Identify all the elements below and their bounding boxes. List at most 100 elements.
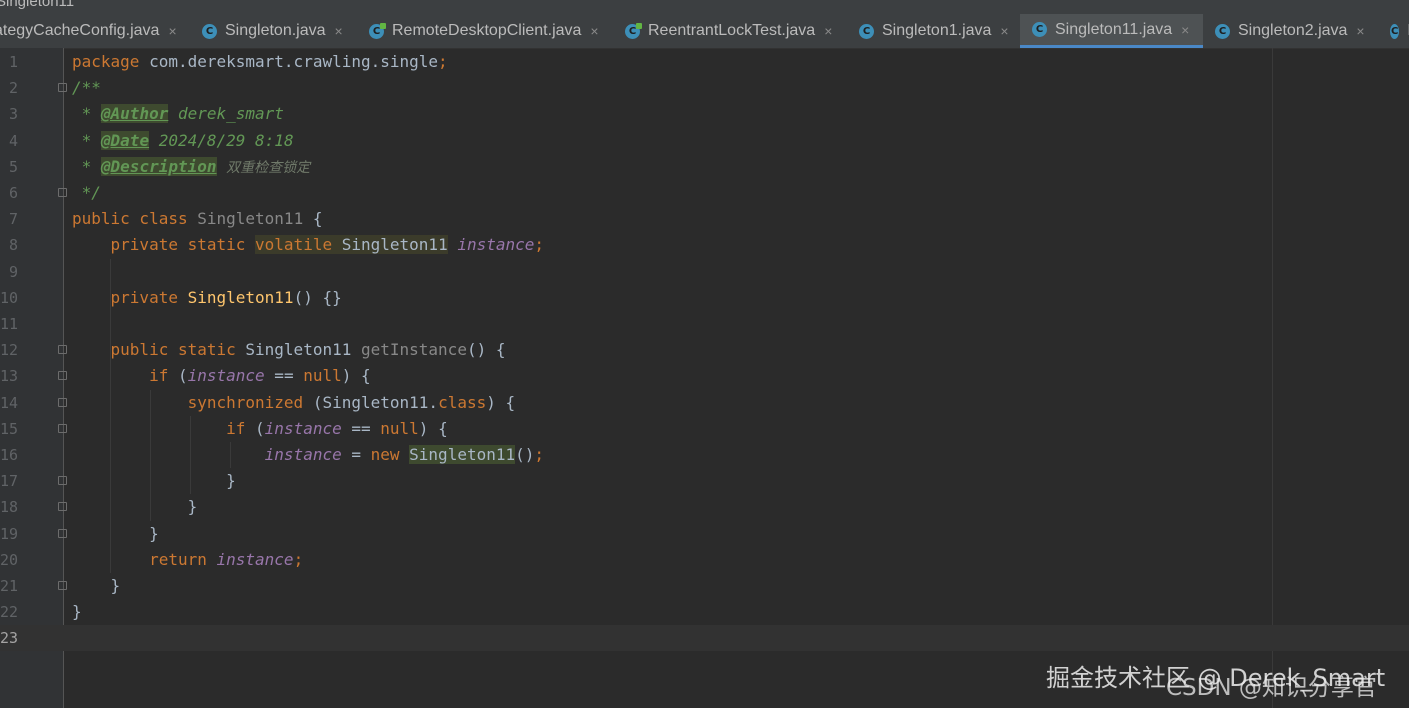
code-line[interactable]: 13 if (instance == null) { xyxy=(0,363,1409,389)
fold-marker-icon[interactable] xyxy=(58,502,67,512)
fold-marker-icon[interactable] xyxy=(58,83,67,93)
code-line[interactable]: 14 synchronized (Singleton11.class) { xyxy=(0,390,1409,416)
code-token: Singleton11 xyxy=(187,287,294,307)
fold-marker-icon[interactable] xyxy=(58,528,67,538)
code-line[interactable]: 11 xyxy=(0,311,1409,337)
code-text: synchronized (Singleton11.class) { xyxy=(72,390,516,416)
editor-tab[interactable]: C Singleton1.java × xyxy=(847,14,1020,48)
editor-tab-bar: ategyCacheConfig.java × C Singleton.java × C R… xyxy=(0,14,1409,49)
code-token: com.dereksmart.crawling.single xyxy=(149,52,439,71)
code-line[interactable]: 5 * @Description 双重检查锁定 xyxy=(0,154,1409,180)
code-line[interactable]: 17 } xyxy=(0,468,1409,494)
line-number: 16 xyxy=(0,446,19,464)
close-icon[interactable]: × xyxy=(1356,23,1364,39)
line-number: 21 xyxy=(0,577,19,595)
code-line[interactable]: 9 xyxy=(0,259,1409,285)
class-icon: C xyxy=(1215,23,1230,39)
code-text: return instance; xyxy=(72,547,303,573)
code-line[interactable]: 23 xyxy=(0,625,1409,652)
code-token: public class xyxy=(72,209,198,229)
class-icon: C xyxy=(859,23,874,39)
code-line[interactable]: 18 } xyxy=(0,494,1409,520)
code-line[interactable]: 15 if (instance == null) { xyxy=(0,416,1409,442)
close-icon[interactable]: × xyxy=(824,23,832,39)
code-text: private Singleton11() {} xyxy=(72,285,342,311)
code-token: instance xyxy=(264,445,342,464)
fold-marker-icon[interactable] xyxy=(58,345,67,355)
fold-marker-icon[interactable] xyxy=(58,397,67,407)
editor-tab[interactable]: ategyCacheConfig.java × xyxy=(0,14,190,48)
editor-tab[interactable]: CE xyxy=(1378,14,1409,48)
code-line[interactable]: 6 */ xyxy=(0,180,1409,206)
class-icon: C xyxy=(202,23,217,39)
code-line[interactable]: 1 package com.dereksmart.crawling.single; xyxy=(0,49,1409,75)
code-token: ) { xyxy=(341,366,371,386)
code-text: public class Singleton11 { xyxy=(72,206,322,232)
code-token: instance xyxy=(264,418,342,438)
line-number: 17 xyxy=(0,472,19,491)
tab-label: RemoteDesktopClient.java xyxy=(392,22,582,39)
code-text: package com.dereksmart.crawling.single; xyxy=(72,49,448,75)
code-text: private static volatile Singleton11 inst… xyxy=(72,232,544,258)
code-text: } xyxy=(72,599,82,625)
fold-marker-icon[interactable] xyxy=(58,188,67,197)
code-line[interactable]: 8 private static volatile Singleton11 in… xyxy=(0,232,1409,258)
fold-marker-icon[interactable] xyxy=(58,371,67,381)
line-number: 6 xyxy=(8,184,18,202)
code-token: null xyxy=(380,418,419,438)
line-number: 23 xyxy=(0,629,19,648)
tab-label: Singleton11.java xyxy=(1055,20,1173,38)
code-line[interactable]: 22} xyxy=(0,599,1409,625)
code-token: } xyxy=(72,497,198,517)
code-token: (Singleton11. xyxy=(312,392,439,412)
code-token: return xyxy=(72,549,217,569)
code-line[interactable]: 2 /** xyxy=(0,75,1409,101)
code-token: == xyxy=(264,366,304,386)
line-number: 9 xyxy=(8,262,18,281)
tab-label: ReentrantLockTest.java xyxy=(648,22,816,39)
code-token: ) { xyxy=(418,418,448,438)
editor-tab[interactable]: C RemoteDesktopClient.java × xyxy=(357,14,613,48)
class-icon: C xyxy=(625,22,642,39)
code-line[interactable]: 7 public class Singleton11 { xyxy=(0,206,1409,232)
close-icon[interactable]: × xyxy=(1000,23,1008,39)
code-token: getInstance xyxy=(360,340,467,360)
editor-tab[interactable]: C Singleton11.java × xyxy=(1020,14,1203,48)
close-icon[interactable]: × xyxy=(1181,22,1189,38)
code-token: ( xyxy=(255,418,265,438)
fold-marker-icon[interactable] xyxy=(58,476,67,486)
editor-tab[interactable]: C ReentrantLockTest.java × xyxy=(613,14,847,48)
code-token: if xyxy=(72,418,256,438)
code-text: public static Singleton11 getInstance() … xyxy=(72,337,506,363)
code-line[interactable]: 20 return instance; xyxy=(0,547,1409,573)
code-token: volatile xyxy=(255,235,342,255)
line-number: 12 xyxy=(0,341,19,360)
code-text: /** xyxy=(72,75,101,101)
code-token: () xyxy=(515,445,535,464)
code-text: } xyxy=(72,521,159,547)
editor-tab[interactable]: C Singleton2.java × xyxy=(1203,14,1378,48)
code-text: } xyxy=(72,468,236,494)
code-token: instance xyxy=(457,235,535,255)
close-icon[interactable]: × xyxy=(335,23,343,39)
fold-marker-icon[interactable] xyxy=(58,423,67,433)
close-icon[interactable]: × xyxy=(590,23,598,39)
code-token: 双重检查锁定 xyxy=(226,159,311,176)
editor-tab[interactable]: C Singleton.java × xyxy=(190,14,357,48)
code-line[interactable]: 10 private Singleton11() {} xyxy=(0,285,1409,311)
watermark-csdn: CSDN @知识分享官 xyxy=(1166,675,1377,701)
code-token: class xyxy=(438,392,487,412)
fold-marker-icon[interactable] xyxy=(58,581,67,590)
code-line[interactable]: 16 instance = new Singleton11(); xyxy=(0,442,1409,468)
code-line[interactable]: 4 * @Date 2024/8/29 8:18 xyxy=(0,128,1409,154)
code-token: instance xyxy=(187,366,265,386)
code-line[interactable]: 12 public static Singleton11 getInstance… xyxy=(0,337,1409,363)
code-line[interactable]: 19 } xyxy=(0,521,1409,547)
code-line[interactable]: 21 } xyxy=(0,573,1409,599)
close-icon[interactable]: × xyxy=(168,23,176,39)
line-number: 18 xyxy=(0,498,19,517)
code-text: if (instance == null) { xyxy=(72,363,371,389)
code-line[interactable]: 3 * @Author derek_smart xyxy=(0,101,1409,127)
